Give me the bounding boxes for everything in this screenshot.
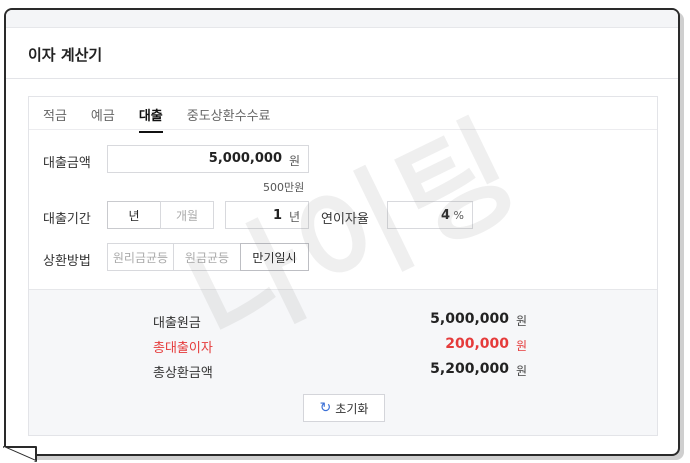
title-divider	[6, 78, 678, 79]
amount-unit: 원	[288, 154, 300, 168]
calculator-panel: 적금 예금 대출 중도상환수수료 대출금액 5,000,000 원 500만원 …	[28, 96, 658, 436]
refresh-icon: ↻	[319, 400, 332, 416]
method-equal-principal[interactable]: 원금균등	[173, 243, 241, 271]
page-title: 이자 계산기	[28, 46, 103, 64]
total-currency: 원	[515, 364, 527, 378]
interest-value: 200,000	[445, 336, 509, 352]
interest-currency: 원	[515, 339, 527, 353]
reset-label: 초기화	[335, 401, 369, 416]
tabs-divider	[29, 129, 657, 130]
reset-button[interactable]: ↻ 초기화	[303, 394, 385, 422]
method-bullet[interactable]: 만기일시	[240, 243, 309, 271]
result-area: 대출원금 5,000,000 원 총대출이자 200,000 원 총상환금액 5…	[29, 289, 657, 435]
period-value: 1	[272, 208, 282, 223]
total-value: 5,200,000	[430, 361, 509, 377]
method-label: 상환방법	[43, 254, 91, 269]
principal-label: 대출원금	[153, 316, 201, 331]
amount-value: 5,000,000	[208, 151, 282, 166]
period-value-unit: 년	[288, 210, 300, 224]
period-label: 대출기간	[43, 212, 91, 227]
top-strip	[6, 10, 678, 28]
period-input[interactable]: 1 년	[225, 201, 309, 229]
period-unit-month[interactable]: 개월	[160, 201, 214, 229]
period-unit-year[interactable]: 년	[107, 201, 161, 229]
principal-value: 5,000,000	[430, 311, 509, 327]
amount-label: 대출금액	[43, 156, 91, 171]
result-interest: 총대출이자 200,000 원	[153, 335, 527, 356]
amount-hint: 500만원	[263, 181, 305, 194]
result-total: 총상환금액 5,200,000 원	[153, 360, 527, 381]
interest-label: 총대출이자	[153, 341, 213, 356]
page-curl-corner	[3, 446, 37, 462]
principal-currency: 원	[515, 314, 527, 328]
result-principal: 대출원금 5,000,000 원	[153, 310, 527, 331]
rate-value: 4	[440, 208, 450, 223]
total-label: 총상환금액	[153, 366, 213, 381]
rate-label: 연이자율	[321, 212, 369, 227]
amount-input[interactable]: 5,000,000 원	[107, 145, 309, 173]
rate-unit: %	[453, 209, 464, 222]
rate-input[interactable]: 4 %	[387, 201, 473, 229]
calculator-window: 이자 계산기 적금 예금 대출 중도상환수수료 대출금액 5,000,000 원…	[4, 8, 680, 456]
method-equal-payment[interactable]: 원리금균등	[107, 243, 174, 271]
